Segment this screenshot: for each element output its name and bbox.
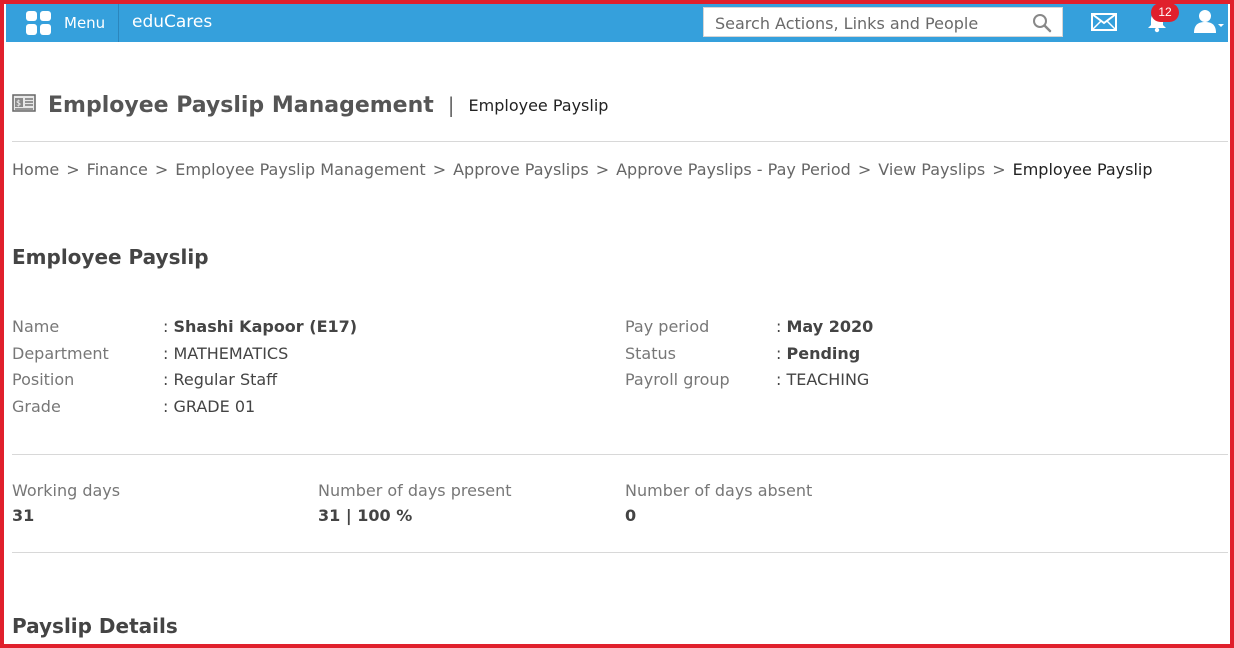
grade-text: GRADE 01	[173, 397, 256, 416]
search-icon[interactable]	[1032, 13, 1052, 37]
grade-value: : GRADE 01	[163, 397, 255, 416]
breadcrumb-approve-payslips[interactable]: Approve Payslips	[453, 160, 589, 179]
payroll-group-text: TEACHING	[786, 370, 870, 389]
days-absent-label: Number of days absent	[625, 481, 813, 500]
breadcrumb-separator: >	[154, 160, 169, 179]
employee-info-divider	[12, 454, 1228, 455]
grade-label: Grade	[12, 397, 61, 416]
pay-period-text: May 2020	[786, 317, 874, 336]
brand-link[interactable]: eduCares	[132, 3, 212, 42]
days-present-label: Number of days present	[318, 481, 512, 500]
status-text: Pending	[786, 344, 861, 363]
colon: :	[776, 344, 782, 363]
breadcrumb-separator: >	[595, 160, 610, 179]
name-label: Name	[12, 317, 60, 336]
breadcrumb-separator: >	[432, 160, 447, 179]
pay-period-value: : May 2020	[776, 317, 873, 336]
payslip-icon: $	[12, 93, 36, 117]
payslip-details-heading: Payslip Details	[12, 614, 178, 638]
breadcrumb-approve-payslips-pay-period[interactable]: Approve Payslips - Pay Period	[616, 160, 851, 179]
colon: :	[163, 317, 169, 336]
search-box	[703, 7, 1063, 37]
page-subtitle: Employee Payslip	[468, 95, 609, 115]
position-label: Position	[12, 370, 75, 389]
position-value: : Regular Staff	[163, 370, 277, 389]
pay-period-label: Pay period	[625, 317, 710, 336]
status-value: : Pending	[776, 344, 860, 363]
attendance-divider	[12, 552, 1228, 553]
topbar-divider	[118, 3, 119, 42]
header-divider	[12, 141, 1228, 142]
breadcrumb-finance[interactable]: Finance	[87, 160, 148, 179]
mail-icon[interactable]	[1091, 13, 1117, 35]
user-avatar-icon[interactable]	[1193, 9, 1225, 39]
breadcrumb-separator: >	[857, 160, 872, 179]
menu-button[interactable]: Menu	[20, 3, 118, 42]
notification-count-badge: 12	[1151, 3, 1179, 22]
breadcrumb-current: Employee Payslip	[1012, 160, 1153, 179]
department-value: : MATHEMATICS	[163, 344, 288, 363]
title-separator: |	[447, 93, 455, 117]
menu-label: Menu	[64, 13, 106, 32]
status-label: Status	[625, 344, 676, 363]
breadcrumb-separator: >	[66, 160, 80, 179]
payroll-group-value: : TEACHING	[776, 370, 869, 389]
search-input[interactable]	[713, 9, 1017, 37]
top-navigation-bar: Menu eduCares 12	[6, 3, 1228, 42]
breadcrumb-home[interactable]: Home	[12, 160, 59, 179]
employee-payslip-heading: Employee Payslip	[12, 245, 209, 269]
breadcrumb: Home > Finance > Employee Payslip Management…	[12, 160, 1153, 179]
working-days-value: 31	[12, 506, 35, 525]
days-present-value: 31 | 100 %	[318, 506, 413, 525]
colon: :	[163, 370, 169, 389]
days-absent-value: 0	[625, 506, 637, 525]
colon: :	[163, 344, 169, 363]
breadcrumb-employee-payslip-management[interactable]: Employee Payslip Management	[175, 160, 425, 179]
position-text: Regular Staff	[173, 370, 278, 389]
breadcrumb-view-payslips[interactable]: View Payslips	[878, 160, 985, 179]
employee-name: Shashi Kapoor (E17)	[173, 317, 358, 336]
payroll-group-label: Payroll group	[625, 370, 730, 389]
svg-text:$: $	[16, 99, 21, 108]
page-header: $ Employee Payslip Management | Employee…	[12, 88, 608, 122]
colon: :	[163, 397, 169, 416]
department-label: Department	[12, 344, 109, 363]
apps-grid-icon	[26, 10, 51, 35]
working-days-label: Working days	[12, 481, 121, 500]
department-text: MATHEMATICS	[173, 344, 289, 363]
colon: :	[776, 370, 782, 389]
name-value: : Shashi Kapoor (E17)	[163, 317, 357, 336]
breadcrumb-separator: >	[992, 160, 1006, 179]
page-title: Employee Payslip Management	[48, 92, 434, 118]
colon: :	[776, 317, 782, 336]
